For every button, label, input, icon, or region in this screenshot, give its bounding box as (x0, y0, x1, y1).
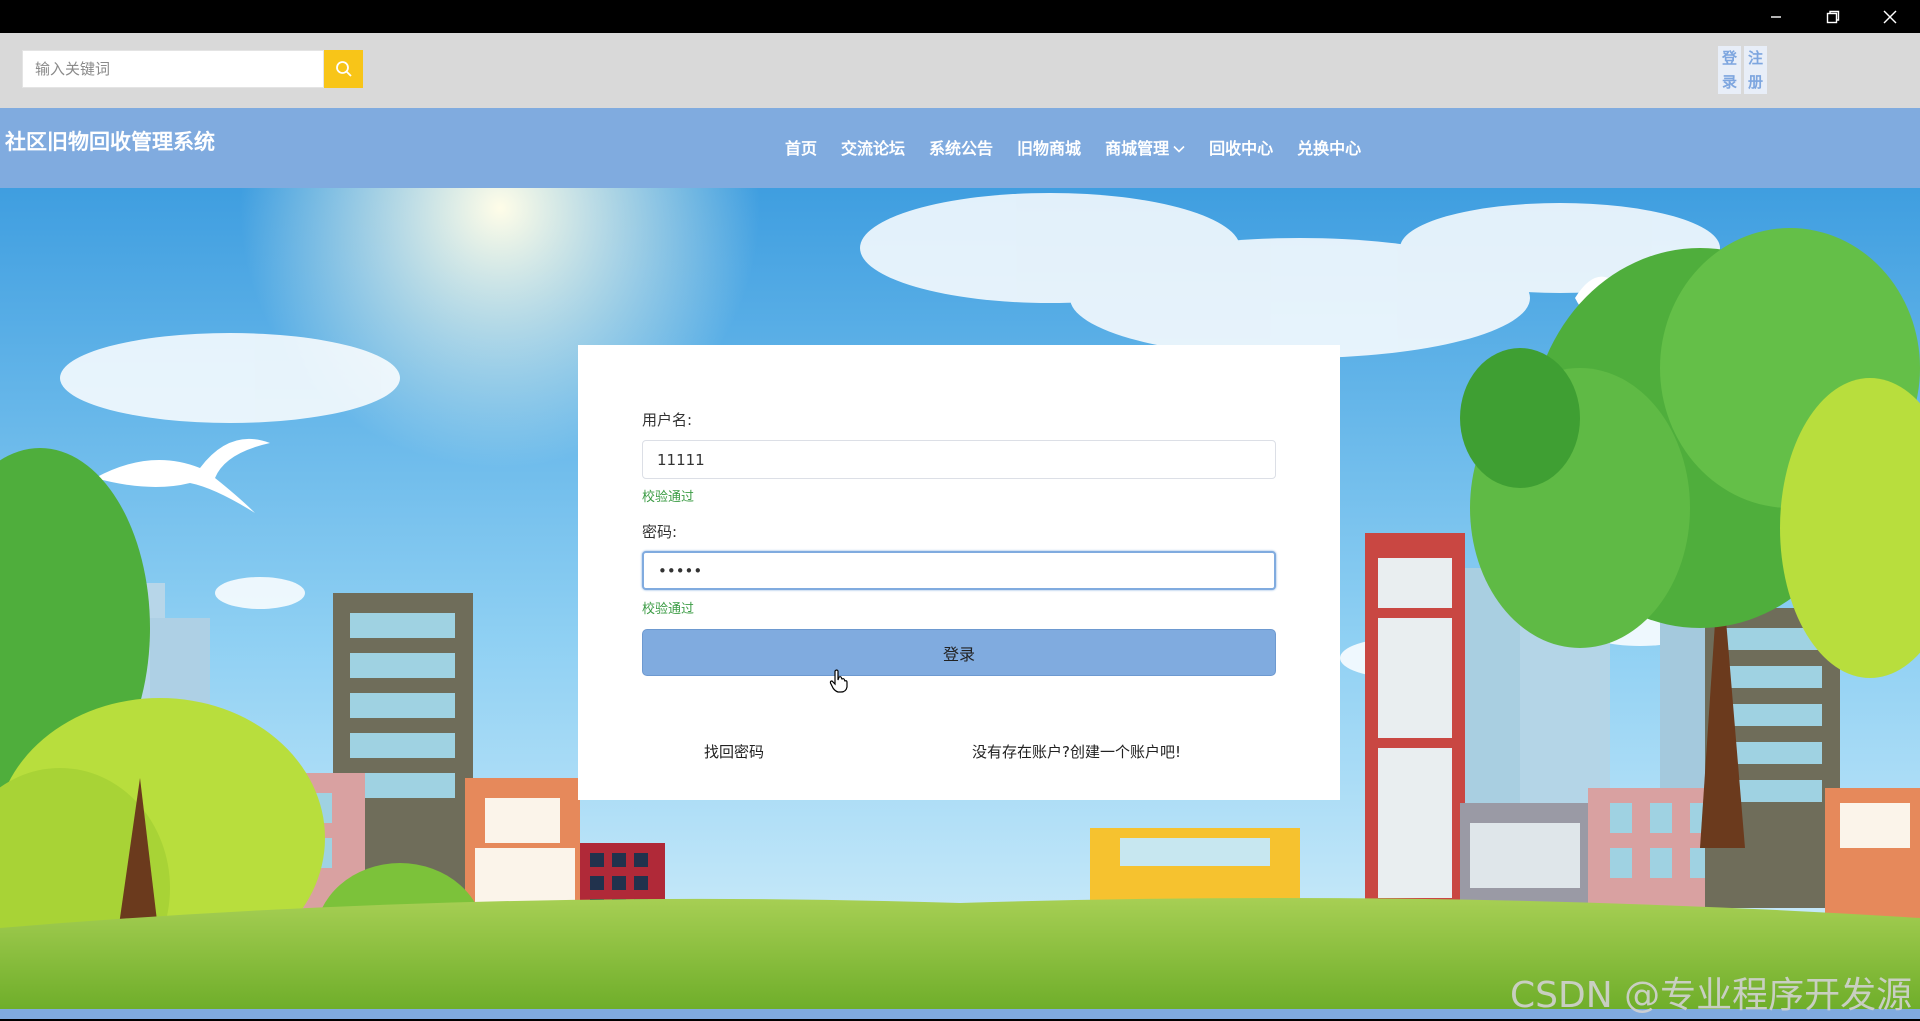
chevron-down-icon (1173, 145, 1185, 153)
page-viewport: 登录 注册 社区旧物回收管理系统 首页 交流论坛 系统公告 旧物商城 商城管理 … (0, 33, 1920, 1019)
nav-item-home[interactable]: 首页 (773, 136, 829, 162)
search-icon (335, 61, 352, 77)
nav-item-label: 兑换中心 (1297, 139, 1362, 158)
nav-item-label: 商城管理 (1105, 139, 1170, 158)
main-navbar: 社区旧物回收管理系统 首页 交流论坛 系统公告 旧物商城 商城管理 回收中心 兑… (0, 108, 1920, 188)
watermark-text: CSDN @专业程序开发源 (1510, 975, 1913, 1016)
forgot-password-link[interactable]: 找回密码 (704, 741, 764, 762)
nav-item-shop[interactable]: 旧物商城 (1005, 136, 1093, 162)
nav-item-label: 交流论坛 (841, 139, 906, 158)
nav-item-label: 回收中心 (1209, 139, 1274, 158)
window-titlebar (0, 0, 1920, 33)
nav-item-announcements[interactable]: 系统公告 (917, 136, 1005, 162)
search-button[interactable] (324, 50, 363, 88)
username-input[interactable] (642, 440, 1276, 479)
restore-icon[interactable] (1805, 0, 1861, 33)
password-label: 密码: (642, 523, 678, 541)
nav-item-label: 系统公告 (929, 139, 994, 158)
hand-cursor-icon (829, 669, 848, 693)
browser-window: 登录 注册 社区旧物回收管理系统 首页 交流论坛 系统公告 旧物商城 商城管理 … (0, 0, 1920, 1021)
password-input[interactable] (642, 551, 1276, 590)
nav-item-exchange-center[interactable]: 兑换中心 (1285, 136, 1373, 162)
login-button-label: 登录 (942, 644, 975, 664)
create-account-link[interactable]: 没有存在账户?创建一个账户吧! (972, 741, 1181, 762)
username-validation-hint: 校验通过 (642, 490, 695, 505)
login-button[interactable]: 登录 (642, 629, 1276, 676)
auth-links: 登录 注册 (1718, 46, 1767, 94)
site-brand: 社区旧物回收管理系统 (5, 130, 215, 154)
close-icon[interactable] (1862, 0, 1918, 33)
login-card: 用户名: 校验通过 密码: 校验通过 登录 找回密码 没有存在账户?创建一个账户… (578, 345, 1340, 800)
nav-menu: 首页 交流论坛 系统公告 旧物商城 商城管理 回收中心 兑换中心 (773, 136, 1373, 162)
login-link[interactable]: 登录 (1718, 46, 1741, 94)
search-bar: 登录 注册 (0, 33, 1920, 108)
minimize-icon[interactable] (1748, 0, 1804, 33)
username-label: 用户名: (642, 411, 693, 429)
nav-item-label: 首页 (785, 139, 818, 158)
password-validation-hint: 校验通过 (642, 602, 695, 617)
search-input[interactable] (22, 50, 324, 88)
register-link[interactable]: 注册 (1744, 46, 1767, 94)
nav-item-shop-management[interactable]: 商城管理 (1093, 136, 1197, 162)
nav-item-forum[interactable]: 交流论坛 (829, 136, 917, 162)
nav-item-recycle-center[interactable]: 回收中心 (1197, 136, 1285, 162)
nav-item-label: 旧物商城 (1017, 139, 1082, 158)
